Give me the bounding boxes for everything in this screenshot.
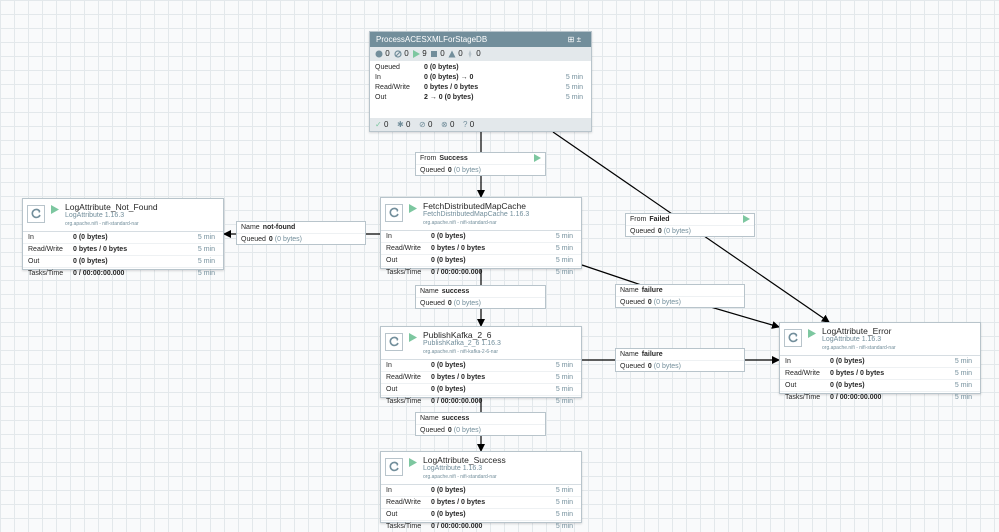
processor-logattribute-success[interactable]: LogAttribute_Success LogAttribute 1.16.3… — [380, 451, 582, 530]
pg-in-row: In 0 (0 bytes) → 0 5 min — [375, 74, 583, 81]
locally-modified-stat: ✱ 0 — [397, 120, 411, 129]
processor-header: PublishKafka_2_6 PublishKafka_2_6 1.16.3… — [381, 327, 581, 360]
modified-stale-stat: ⊗ 0 — [441, 120, 455, 129]
pg-out-row: Out 2 → 0 (0 bytes) 5 min — [375, 94, 583, 101]
connection-label-from-failed[interactable]: From Failed Queued 0 (0 bytes) — [625, 213, 755, 237]
not-transmitting-stat: 0 — [394, 47, 409, 61]
sync-failure-stat: ? 0 — [463, 120, 475, 129]
warning-icon — [448, 50, 456, 58]
processor-header: LogAttribute_Error LogAttribute 1.16.3 o… — [780, 323, 980, 356]
connection-label-not-found[interactable]: Name not-found Queued 0 (0 bytes) — [236, 221, 366, 245]
disabled-icon — [468, 49, 472, 58]
process-group-name: ProcessACESXMLForStageDB — [376, 35, 488, 44]
up-to-date-stat: ✓ 0 — [375, 120, 389, 129]
check-icon: ✓ — [375, 120, 382, 129]
connection-label-from-success[interactable]: From Success Queued 0 (0 bytes) — [415, 152, 546, 176]
stopped-icon — [431, 50, 437, 57]
connection-label-fetch-failure[interactable]: Name failure Queued 0 (0 bytes) — [615, 284, 745, 308]
processor-icon — [385, 204, 403, 222]
processor-icon — [385, 458, 403, 476]
processor-icon — [27, 205, 45, 223]
transmitting-stat: 0 — [375, 47, 390, 61]
process-group-header: ProcessACESXMLForStageDB ⊞ ± — [370, 32, 591, 47]
running-stat: 9 — [412, 47, 427, 61]
running-icon — [409, 458, 417, 467]
running-icon — [743, 215, 750, 223]
processor-header: FetchDistributedMapCache FetchDistribute… — [381, 198, 581, 231]
question-icon: ? — [463, 120, 468, 129]
process-group[interactable]: ProcessACESXMLForStageDB ⊞ ± 0 0 9 0 0 0 — [369, 31, 592, 132]
pg-queued-row: Queued 0 (0 bytes) — [375, 64, 459, 71]
running-icon — [51, 205, 59, 214]
pg-rw-row: Read/Write 0 bytes / 0 bytes 5 min — [375, 84, 583, 91]
modified-stale-icon: ⊗ — [441, 120, 448, 129]
invalid-stat: 0 — [448, 47, 463, 61]
stale-icon: ⊘ — [419, 120, 426, 129]
not-transmitting-icon — [394, 50, 402, 58]
running-icon — [808, 329, 816, 338]
processor-icon — [385, 333, 403, 351]
processor-fetchdistributedmapcache[interactable]: FetchDistributedMapCache FetchDistribute… — [380, 197, 582, 276]
disabled-stat: 0 — [466, 47, 481, 61]
process-group-version-bar: ✓ 0 ✱ 0 ⊘ 0 ⊗ 0 ? 0 — [370, 118, 591, 131]
transmitting-icon — [375, 50, 383, 58]
processor-header: LogAttribute_Success LogAttribute 1.16.3… — [381, 452, 581, 485]
processor-header: LogAttribute_Not_Found LogAttribute 1.16… — [23, 199, 223, 232]
processor-icon — [784, 329, 802, 347]
running-icon — [409, 204, 417, 213]
process-group-status-bar: 0 0 9 0 0 0 — [370, 47, 591, 61]
processor-logattribute-error[interactable]: LogAttribute_Error LogAttribute 1.16.3 o… — [779, 322, 981, 401]
connection-label-kafka-success[interactable]: Name success Queued 0 (0 bytes) — [415, 412, 546, 436]
running-icon — [534, 154, 541, 162]
process-group-stats: Queued 0 (0 bytes) In 0 (0 bytes) → 0 5 … — [370, 61, 591, 106]
version-icon[interactable]: ⊞ ± — [568, 32, 581, 47]
processor-logattribute-not-found[interactable]: LogAttribute_Not_Found LogAttribute 1.16… — [22, 198, 224, 277]
processor-publishkafka[interactable]: PublishKafka_2_6 PublishKafka_2_6 1.16.3… — [380, 326, 582, 405]
running-icon — [413, 49, 420, 58]
stale-stat: ⊘ 0 — [419, 120, 433, 129]
asterisk-icon: ✱ — [397, 120, 404, 129]
connection-label-fetch-success[interactable]: Name success Queued 0 (0 bytes) — [415, 285, 546, 309]
connection-label-kafka-failure[interactable]: Name failure Queued 0 (0 bytes) — [615, 348, 745, 372]
stopped-stat: 0 — [430, 47, 445, 61]
running-icon — [409, 333, 417, 342]
